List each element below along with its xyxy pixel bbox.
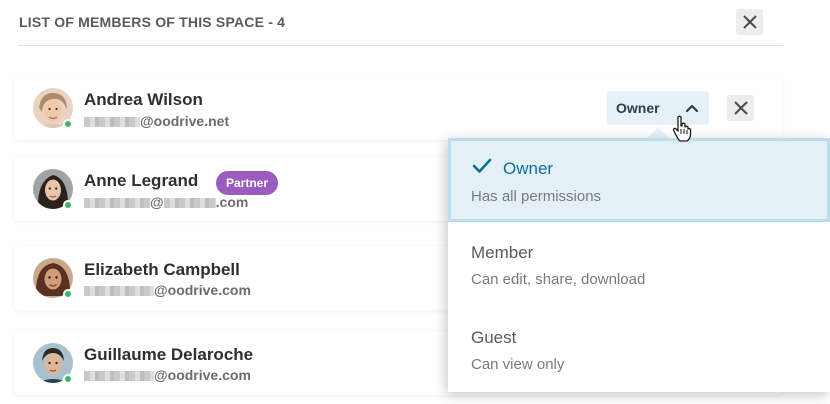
role-option-title: Guest <box>471 328 517 347</box>
role-dropdown-button[interactable]: Owner <box>607 91 709 125</box>
member-email: @oodrive.com <box>84 282 251 298</box>
role-option-title: Owner <box>503 159 554 178</box>
check-icon <box>472 158 492 173</box>
chevron-up-icon <box>685 104 699 113</box>
role-option-member[interactable]: Member Can edit, share, download <box>448 224 830 308</box>
online-status-dot <box>63 289 73 299</box>
role-option-owner[interactable]: Owner Has all permissions <box>448 138 830 222</box>
online-status-dot <box>63 374 73 384</box>
page-title: LIST OF MEMBERS OF THIS SPACE - 4 <box>19 14 286 30</box>
close-icon <box>733 101 748 115</box>
member-email: @oodrive.com <box>84 367 251 383</box>
role-option-description: Has all permissions <box>471 188 602 205</box>
member-email: @ .com <box>84 194 248 210</box>
role-dropdown-label: Owner <box>616 100 660 116</box>
role-option-description: Can view only <box>471 356 565 373</box>
hand-cursor-icon <box>672 115 692 142</box>
member-name: Andrea Wilson <box>84 90 203 109</box>
role-option-guest[interactable]: Guest Can view only <box>448 309 830 393</box>
role-option-title: Member <box>471 243 534 262</box>
role-dropdown-menu: Owner Has all permissions Member Can edi… <box>448 138 830 392</box>
partner-badge: Partner <box>216 171 279 195</box>
close-button[interactable] <box>736 9 763 35</box>
close-icon <box>742 15 757 29</box>
member-name: Elizabeth Campbell <box>84 260 240 279</box>
member-email: @oodrive.net <box>84 113 229 129</box>
member-name: Anne Legrand <box>84 171 199 190</box>
online-status-dot <box>63 119 73 129</box>
role-option-description: Can edit, share, download <box>471 271 646 288</box>
member-name: Guillaume Delaroche <box>84 345 254 364</box>
remove-member-button[interactable] <box>727 95 754 121</box>
online-status-dot <box>63 200 73 210</box>
members-header: LIST OF MEMBERS OF THIS SPACE - 4 <box>18 0 783 46</box>
